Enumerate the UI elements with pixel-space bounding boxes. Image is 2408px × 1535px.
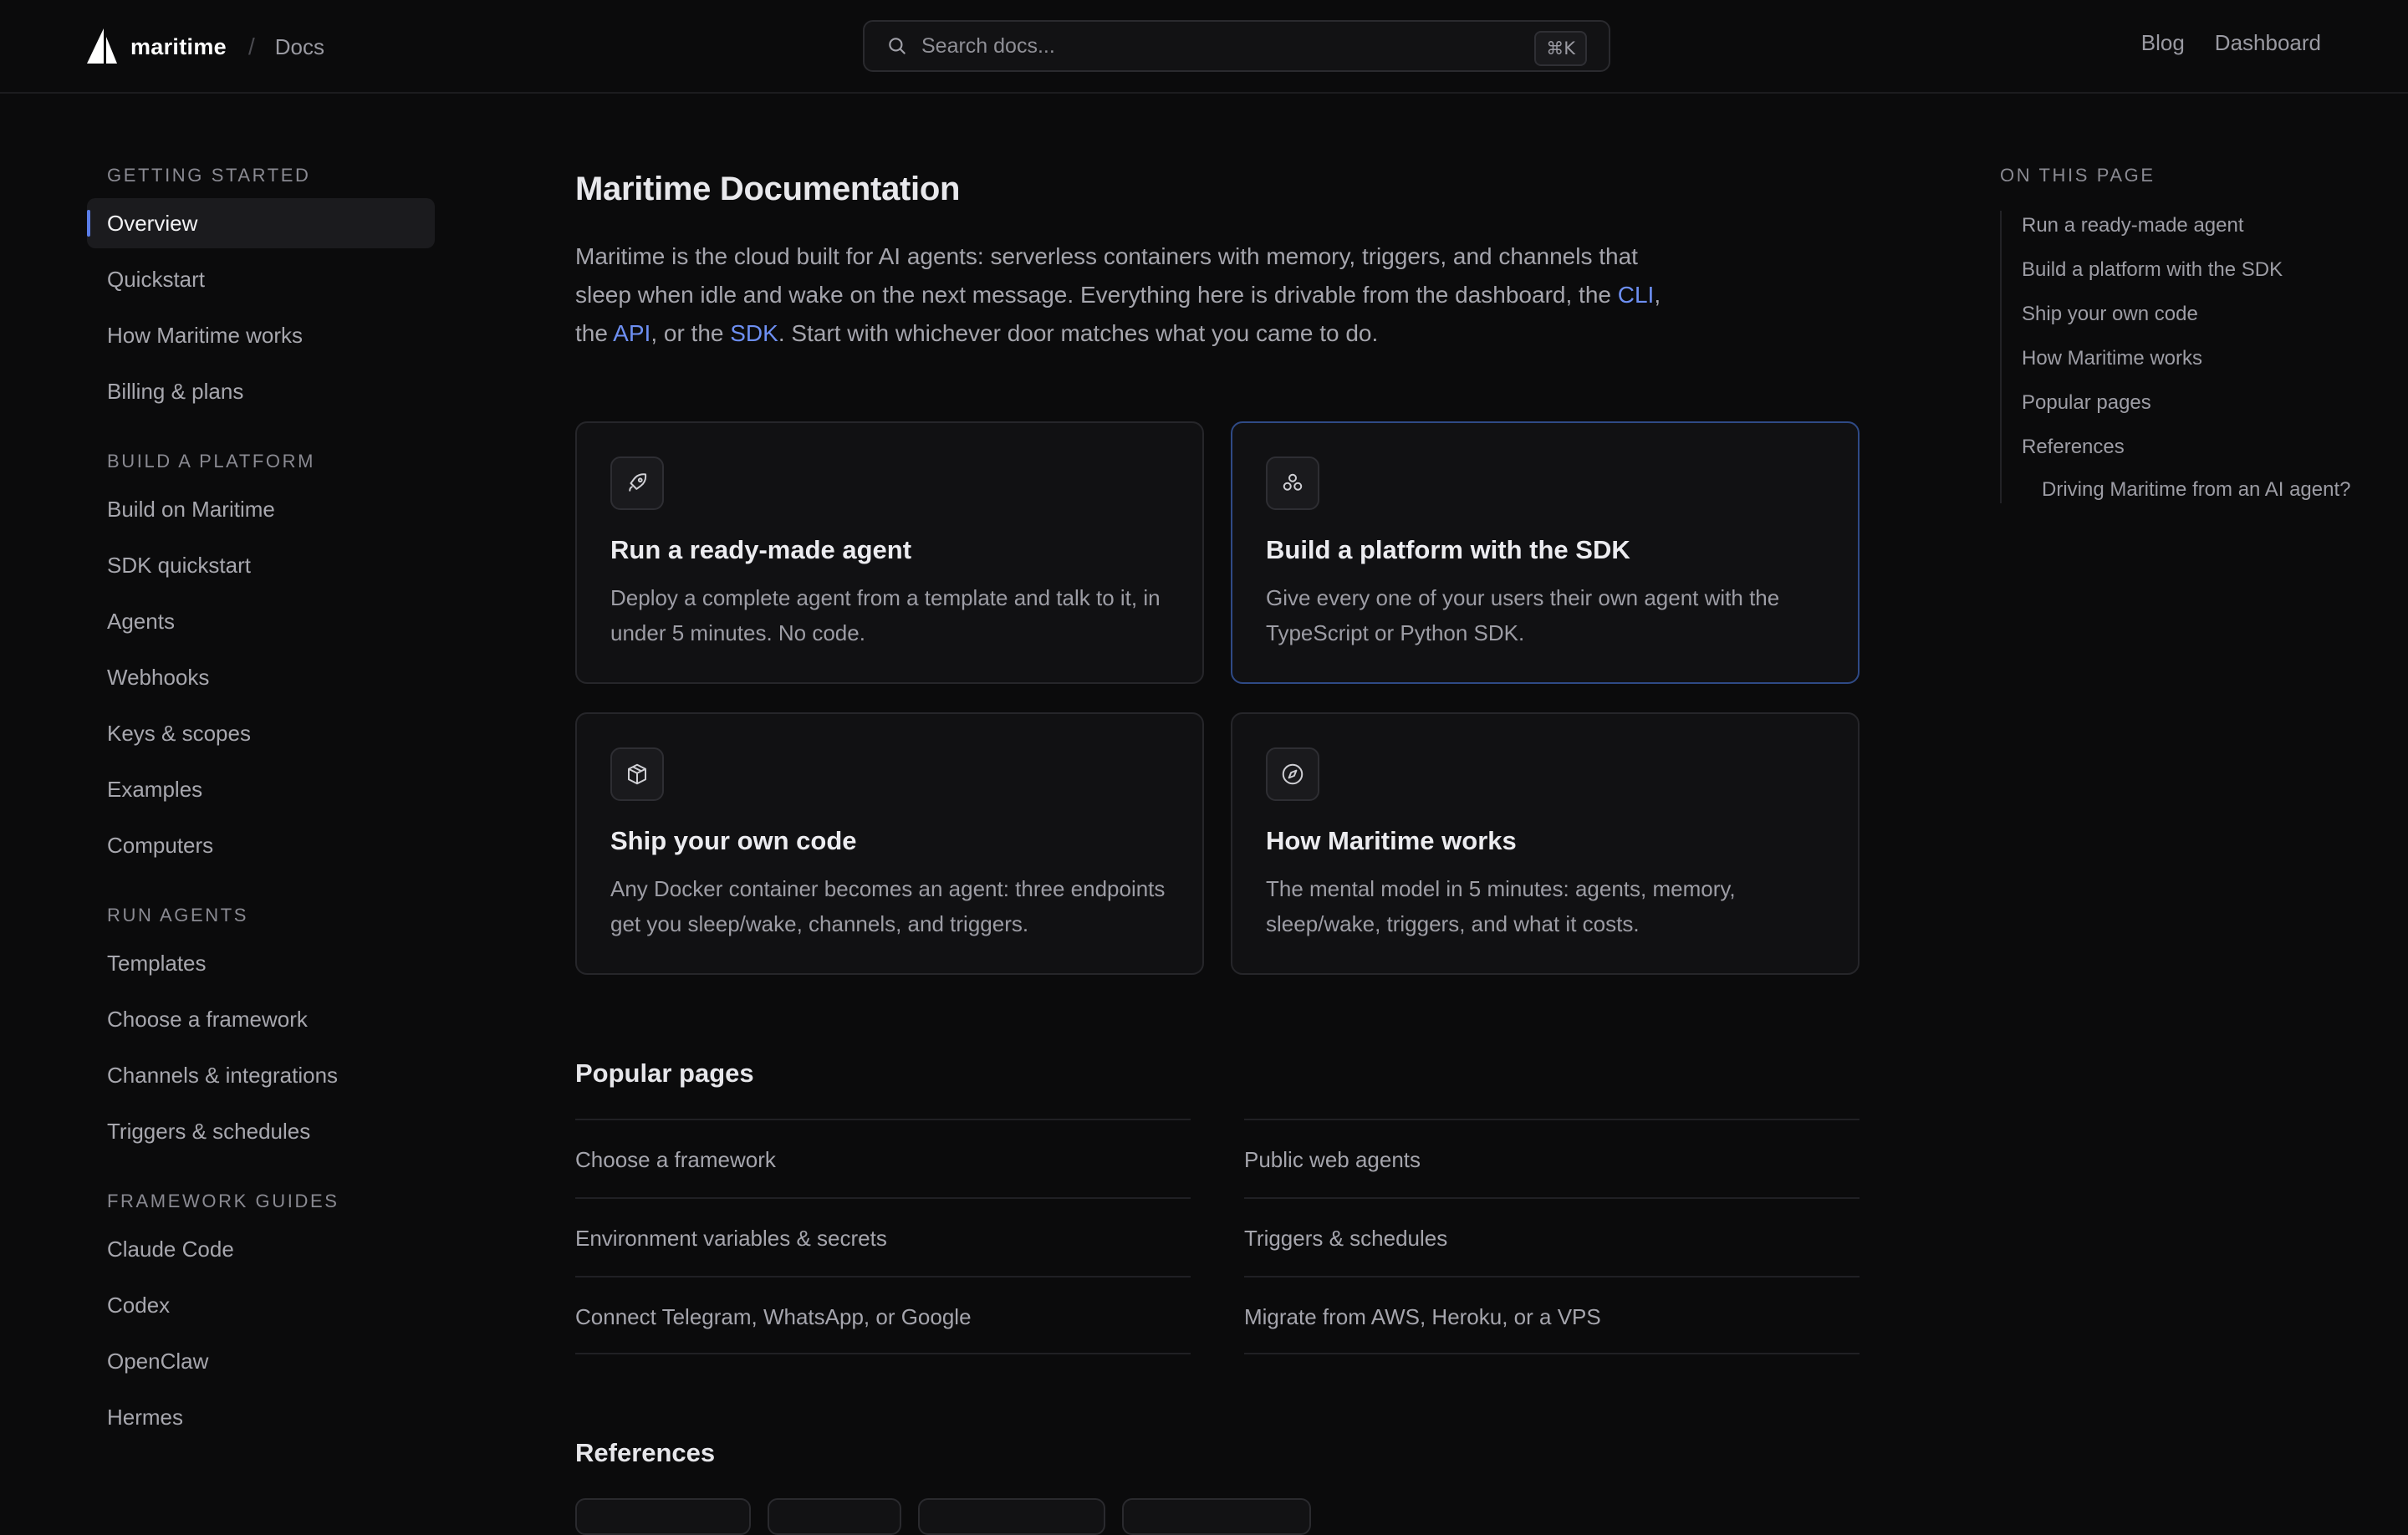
card-description: The mental model in 5 minutes: agents, m… <box>1266 876 1736 936</box>
sidebar-item-build-on-maritime[interactable]: Build on Maritime <box>87 484 435 534</box>
entry-cards: Run a ready-made agent Deploy a complete… <box>575 421 1860 975</box>
sidebar-item-openclaw[interactable]: OpenClaw <box>87 1336 435 1386</box>
search-shortcut-badge: ⌘K <box>1534 31 1587 66</box>
card-build-platform-sdk[interactable]: Build a platform with the SDK Give every… <box>1231 421 1860 684</box>
sidebar-item-billing-plans[interactable]: Billing & plans <box>87 366 435 416</box>
toc-list: Run a ready-made agent Build a platform … <box>2000 211 2351 503</box>
popular-link-choose-a-framework[interactable]: Choose a framework <box>575 1119 1191 1197</box>
sidebar-item-hermes[interactable]: Hermes <box>87 1392 435 1442</box>
sidebar-item-how-maritime-works[interactable]: How Maritime works <box>87 310 435 360</box>
toc-item-how-maritime-works[interactable]: How Maritime works <box>2022 344 2351 374</box>
card-title: Build a platform with the SDK <box>1266 535 1630 564</box>
sidebar-item-channels-integrations[interactable]: Channels & integrations <box>87 1050 435 1100</box>
sidebar-item-templates[interactable]: Templates <box>87 938 435 988</box>
references-heading: References <box>575 1438 716 1467</box>
sidebar-heading: RUN AGENTS <box>107 905 249 926</box>
card-title: Run a ready-made agent <box>610 535 912 564</box>
docs-link[interactable]: Docs <box>275 34 324 60</box>
sidebar-section-run-agents: RUN AGENTS Templates Choose a framework … <box>87 899 435 1156</box>
card-how-maritime-works[interactable]: How Maritime works The mental model in 5… <box>1231 712 1860 975</box>
brand[interactable]: maritime / Docs <box>84 23 324 70</box>
intro-text: , or the <box>650 320 731 346</box>
sidebar-heading: FRAMEWORK GUIDES <box>107 1191 339 1211</box>
sidebar-item-triggers-schedules[interactable]: Triggers & schedules <box>87 1106 435 1156</box>
reference-tab[interactable] <box>575 1498 751 1535</box>
sidebar-section-framework-guides: FRAMEWORK GUIDES Claude Code Codex OpenC… <box>87 1185 435 1442</box>
card-title: Ship your own code <box>610 826 857 855</box>
docs-sidebar: GETTING STARTED Overview Quickstart How … <box>87 159 435 1471</box>
toc-item-build-platform-sdk[interactable]: Build a platform with the SDK <box>2022 255 2351 285</box>
popular-pages-section: Popular pages Choose a framework Public … <box>575 1058 1860 1354</box>
popular-link-public-web-agents[interactable]: Public web agents <box>1244 1119 1860 1197</box>
on-this-page-toc: ON THIS PAGE Run a ready-made agent Buil… <box>2000 159 2351 503</box>
maritime-logo-icon <box>87 28 117 64</box>
popular-link-triggers-schedules[interactable]: Triggers & schedules <box>1244 1197 1860 1276</box>
reference-tab[interactable] <box>918 1498 1105 1535</box>
top-header: maritime / Docs Search docs... ⌘K Blog D… <box>0 0 2408 94</box>
sidebar-item-computers[interactable]: Computers <box>87 820 435 870</box>
intro-paragraph: Maritime is the cloud built for AI agent… <box>575 237 1696 353</box>
intro-text: . Start with whichever door matches what… <box>778 320 1379 346</box>
compass-icon <box>1266 747 1319 801</box>
sidebar-item-quickstart[interactable]: Quickstart <box>87 254 435 304</box>
api-link[interactable]: API <box>613 320 650 346</box>
search-icon <box>889 38 906 54</box>
card-ship-your-own-code[interactable]: Ship your own code Any Docker container … <box>575 712 1204 975</box>
page-title: Maritime Documentation <box>575 171 961 207</box>
sdk-link[interactable]: SDK <box>730 320 778 346</box>
brand-separator: / <box>247 33 255 59</box>
sidebar-item-overview[interactable]: Overview <box>87 198 435 248</box>
sidebar-item-keys-scopes[interactable]: Keys & scopes <box>87 708 435 758</box>
sidebar-item-choose-a-framework[interactable]: Choose a framework <box>87 994 435 1044</box>
card-description: Any Docker container becomes an agent: t… <box>610 876 1166 936</box>
sidebar-heading: BUILD A PLATFORM <box>107 451 316 472</box>
intro-text: Maritime is the cloud built for AI agent… <box>575 243 1638 308</box>
sidebar-item-sdk-quickstart[interactable]: SDK quickstart <box>87 540 435 590</box>
toc-item-run-ready-made-agent[interactable]: Run a ready-made agent <box>2022 211 2351 241</box>
toc-item-popular-pages[interactable]: Popular pages <box>2022 388 2351 418</box>
components-icon <box>1266 456 1319 510</box>
sidebar-item-agents[interactable]: Agents <box>87 596 435 646</box>
sidebar-item-webhooks[interactable]: Webhooks <box>87 652 435 702</box>
toc-item-references[interactable]: References <box>2022 432 2351 462</box>
card-description: Deploy a complete agent from a template … <box>610 585 1161 645</box>
sidebar-item-examples[interactable]: Examples <box>87 764 435 814</box>
reference-tab[interactable] <box>768 1498 901 1535</box>
sidebar-section-build-a-platform: BUILD A PLATFORM Build on Maritime SDK q… <box>87 445 435 870</box>
dashboard-link[interactable]: Dashboard <box>2215 30 2321 56</box>
blog-link[interactable]: Blog <box>2141 30 2185 56</box>
toc-item-driving-maritime[interactable]: Driving Maritime from an AI agent? <box>2022 477 2351 503</box>
popular-pages-list: Choose a framework Public web agents Env… <box>575 1119 1860 1354</box>
popular-link-connect-telegram[interactable]: Connect Telegram, WhatsApp, or Google <box>575 1276 1191 1354</box>
popular-link-migrate[interactable]: Migrate from AWS, Heroku, or a VPS <box>1244 1276 1860 1354</box>
references-section: References <box>575 1438 1860 1535</box>
sidebar-item-claude-code[interactable]: Claude Code <box>87 1224 435 1274</box>
sidebar-heading: GETTING STARTED <box>107 165 311 186</box>
rocket-icon <box>610 456 664 510</box>
main-content: Maritime Documentation Maritime is the c… <box>575 159 1860 1535</box>
card-run-ready-made-agent[interactable]: Run a ready-made agent Deploy a complete… <box>575 421 1204 684</box>
sidebar-section-getting-started: GETTING STARTED Overview Quickstart How … <box>87 159 435 416</box>
popular-pages-heading: Popular pages <box>575 1058 754 1088</box>
reference-tab[interactable] <box>1122 1498 1311 1535</box>
package-icon <box>610 747 664 801</box>
search-placeholder: Search docs... <box>921 33 1055 58</box>
reference-tabs <box>575 1498 1860 1535</box>
card-description: Give every one of your users their own a… <box>1266 585 1780 645</box>
card-title: How Maritime works <box>1266 826 1517 855</box>
toc-heading: ON THIS PAGE <box>2000 165 2155 186</box>
toc-item-ship-your-own-code[interactable]: Ship your own code <box>2022 299 2351 329</box>
sidebar-item-codex[interactable]: Codex <box>87 1280 435 1330</box>
search-input[interactable]: Search docs... ⌘K <box>863 20 1610 72</box>
cli-link[interactable]: CLI <box>1618 282 1655 308</box>
brand-name: maritime <box>130 33 227 59</box>
popular-link-environment-variables[interactable]: Environment variables & secrets <box>575 1197 1191 1276</box>
top-nav: Blog Dashboard <box>2141 30 2321 56</box>
